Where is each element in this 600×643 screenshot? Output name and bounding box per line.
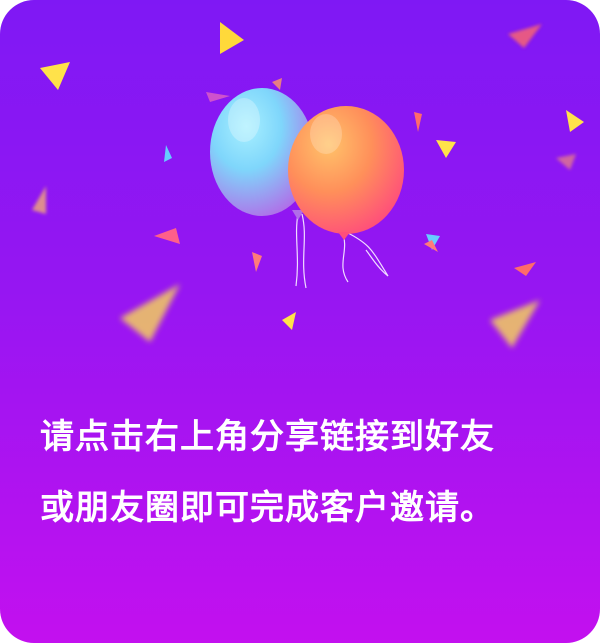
balloon-icon: [210, 88, 404, 289]
invite-instruction-line-2: 或朋友圈即可完成客户邀请。: [40, 488, 495, 528]
invite-card: 请点击右上角分享链接到好友 或朋友圈即可完成客户邀请。: [0, 0, 600, 643]
invite-instruction-line-1: 请点击右上角分享链接到好友: [40, 417, 495, 457]
celebration-illustration: [32, 22, 584, 348]
